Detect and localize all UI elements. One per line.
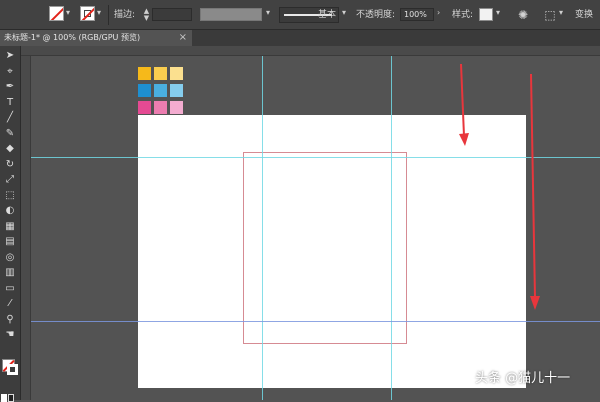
color-swatch[interactable]	[154, 101, 167, 114]
color-swatch[interactable]	[154, 67, 167, 80]
vertical-guide[interactable]	[262, 56, 263, 400]
color-mode-button[interactable]	[1, 394, 7, 402]
opacity-label-colon: :	[392, 10, 396, 20]
free-transform-tool-icon[interactable]: ⬚	[3, 190, 17, 202]
color-swatch[interactable]	[138, 101, 151, 114]
color-swatch[interactable]	[138, 84, 151, 97]
close-tab-icon[interactable]: ×	[179, 30, 187, 46]
artboard-tool-icon[interactable]: ▭	[3, 283, 17, 295]
shape-builder-tool-icon[interactable]: ◐	[3, 205, 17, 217]
style-label-text: 样式	[452, 10, 471, 20]
align-to-selection-icon[interactable]: ⬚	[542, 7, 558, 23]
vertical-ruler[interactable]	[21, 56, 31, 400]
align-chevron-icon[interactable]: ▾	[559, 9, 567, 17]
none-mode-button[interactable]	[8, 394, 14, 402]
document-tab-bar: 未标题-1* @ 100% (RGB/GPU 预览) ×	[0, 30, 600, 46]
stroke-weight-stepper-icon[interactable]: ▲ ▼	[143, 8, 150, 22]
line-tool-icon[interactable]: ╱	[3, 112, 17, 124]
divider	[108, 5, 109, 25]
stroke-color-swatch[interactable]	[80, 6, 95, 21]
horizontal-guide[interactable]	[31, 321, 600, 322]
scale-tool-icon[interactable]: ⤢	[3, 174, 17, 186]
zoom-tool-icon[interactable]: ⚲	[3, 314, 17, 326]
stroke-label-colon: :	[132, 10, 136, 20]
arrow-icon	[530, 73, 540, 310]
stroke-proxy-swatch[interactable]	[7, 364, 18, 375]
control-bar: ▾ ▾ 描边: ▲ ▼ ▾ 基本 ▾ 不透明度: 100% › 样式: ▾ ✺ ⬚…	[0, 0, 600, 30]
stroke-weight-field[interactable]	[152, 8, 192, 21]
watermark-text: 头条 @猫儿十一	[475, 371, 571, 386]
opacity-label-text: 不透明度	[356, 10, 393, 20]
vertical-guide[interactable]	[391, 56, 392, 400]
hand-tool-icon[interactable]: ☚	[3, 329, 17, 341]
document-tab[interactable]: 未标题-1* @ 100% (RGB/GPU 预览) ×	[0, 30, 192, 46]
graphic-style-chevron-icon[interactable]: ▾	[496, 9, 504, 17]
color-swatch[interactable]	[170, 84, 183, 97]
variable-width-field[interactable]	[200, 8, 262, 21]
style-label-colon: :	[470, 10, 474, 20]
color-swatch[interactable]	[138, 67, 151, 80]
eyedropper-tool-icon[interactable]: ⁄	[3, 298, 17, 310]
transform-link[interactable]: 变换	[575, 9, 593, 21]
color-swatch[interactable]	[170, 101, 183, 114]
direct-selection-tool-icon[interactable]: ⌖	[3, 66, 17, 78]
horizontal-guide[interactable]	[31, 157, 600, 158]
perspective-grid-tool-icon[interactable]: ▦	[3, 221, 17, 233]
tools-panel: ➤ ⌖ ✒ T ╱ ✎ ◆ ↻ ⤢ ⬚ ◐ ▦ ▤ ◎ ▥ ▭ ⁄ ⚲ ☚	[0, 46, 21, 402]
opacity-field[interactable]: 100%	[400, 8, 434, 21]
selection-tool-icon[interactable]: ➤	[3, 50, 17, 62]
stroke-profile-chevron-icon[interactable]: ▾	[342, 9, 350, 17]
color-swatch[interactable]	[154, 84, 167, 97]
recolor-artwork-icon[interactable]: ✺	[515, 7, 531, 23]
stroke-profile-label: 基本	[318, 10, 337, 20]
paintbrush-tool-icon[interactable]: ✎	[3, 128, 17, 140]
horizontal-ruler[interactable]	[21, 46, 600, 56]
opacity-label[interactable]: 不透明度:	[356, 9, 395, 21]
style-label: 样式:	[452, 9, 473, 21]
rotate-tool-icon[interactable]: ↻	[3, 159, 17, 171]
document-tab-title: 未标题-1* @ 100% (RGB/GPU 预览)	[4, 33, 141, 42]
stroke-dropdown-chevron-icon[interactable]: ▾	[97, 9, 105, 17]
pen-tool-icon[interactable]: ✒	[3, 81, 17, 93]
eraser-tool-icon[interactable]: ◆	[3, 143, 17, 155]
color-swatch[interactable]	[170, 67, 183, 80]
gradient-tool-icon[interactable]: ▤	[3, 236, 17, 248]
rectangle-shape[interactable]	[243, 152, 407, 344]
fill-dropdown-chevron-icon[interactable]: ▾	[66, 9, 74, 17]
stroke-label[interactable]: 描边:	[114, 9, 135, 21]
type-tool-icon[interactable]: T	[3, 97, 17, 109]
stroke-label-text: 描边	[114, 10, 133, 20]
graphic-style-swatch[interactable]	[479, 8, 493, 21]
column-graph-tool-icon[interactable]: ▥	[3, 267, 17, 279]
opacity-chevron-icon[interactable]: ›	[437, 9, 445, 17]
fill-color-swatch[interactable]	[49, 6, 64, 21]
blend-tool-icon[interactable]: ◎	[3, 252, 17, 264]
variable-width-chevron-icon[interactable]: ▾	[266, 9, 274, 17]
